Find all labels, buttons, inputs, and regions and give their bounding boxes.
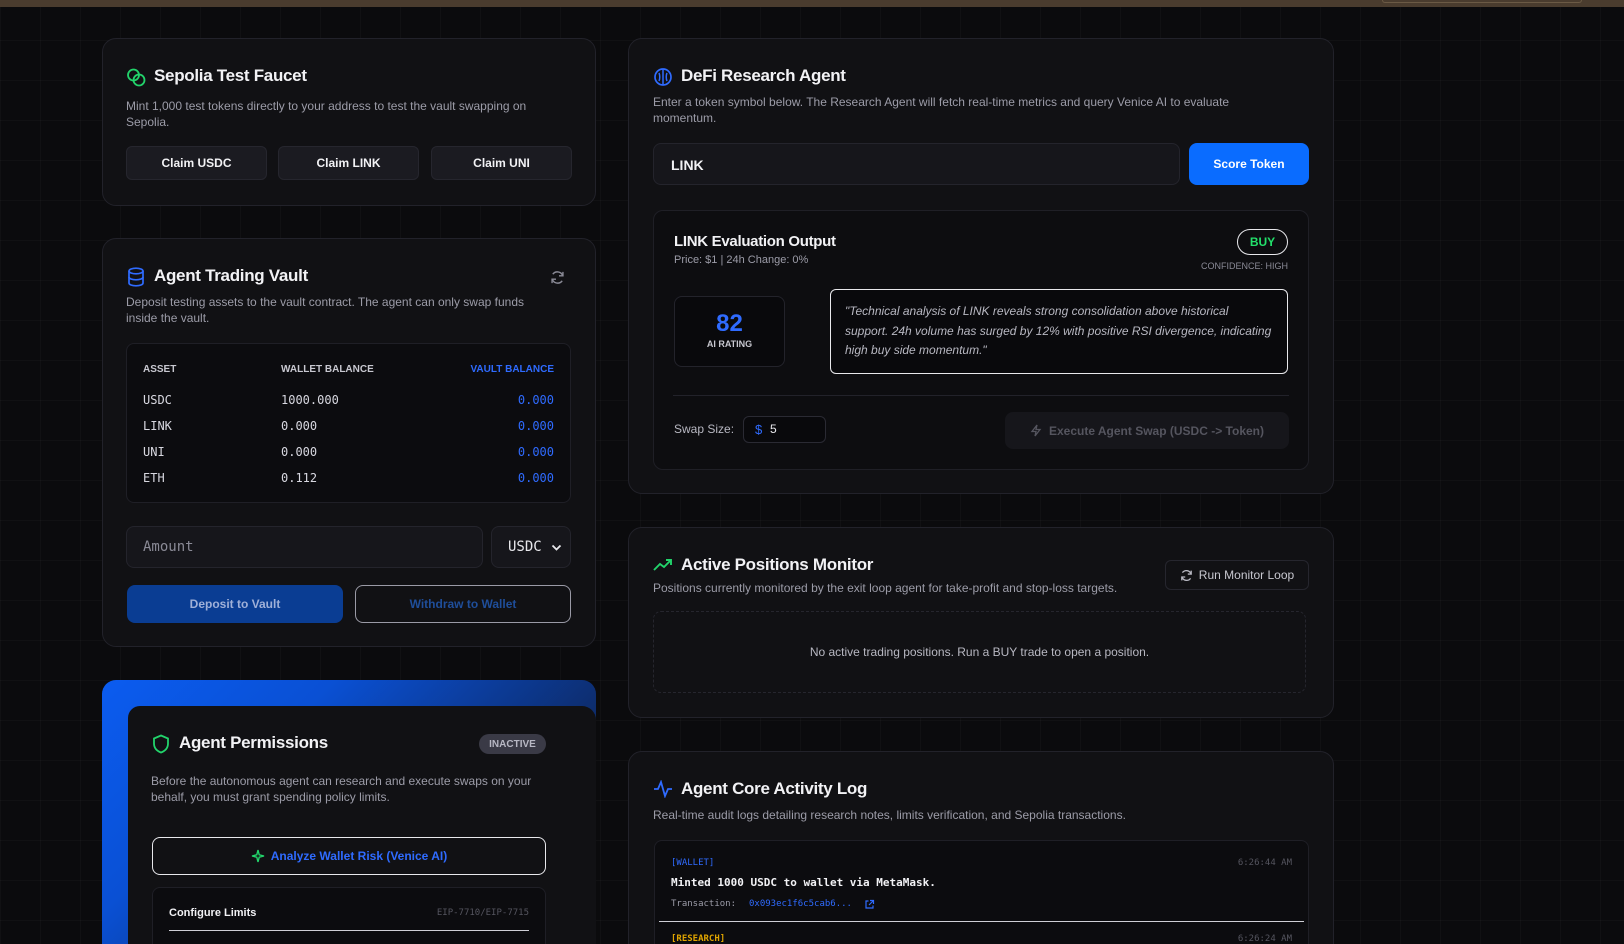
claim-uni-button[interactable]: Claim UNI: [431, 146, 572, 180]
column-header-asset: ASSET: [143, 364, 177, 375]
trending-up-icon: [653, 559, 672, 571]
column-header-wallet-balance: WALLET BALANCE: [281, 364, 374, 375]
analyze-wallet-risk-button[interactable]: Analyze Wallet Risk (Venice AI): [152, 837, 546, 875]
ai-rating-label: AI RATING: [706, 339, 753, 349]
top-strip-pill: [1382, 0, 1582, 3]
row-uni-vault: 0.000: [517, 445, 554, 459]
asset-select[interactable]: USDC: [491, 526, 571, 568]
row-eth-asset: ETH: [143, 471, 165, 485]
coins-icon: [127, 68, 146, 87]
execute-agent-swap-button[interactable]: Execute Agent Swap (USDC -> Token): [1005, 412, 1289, 449]
swap-size-label: Swap Size:: [674, 422, 735, 436]
score-token-button[interactable]: Score Token: [1189, 143, 1309, 185]
deposit-to-vault-button[interactable]: Deposit to Vault: [127, 585, 343, 623]
configure-limits-section: Configure Limits EIP-7710/EIP-7715: [152, 887, 546, 944]
permissions-title: Agent Permissions: [179, 733, 328, 752]
positions-title: Active Positions Monitor: [681, 555, 874, 574]
activity-log-description: Real-time audit logs detailing research …: [653, 808, 1126, 822]
configure-limits-title: Configure Limits: [169, 907, 257, 919]
permissions-description: Before the autonomous agent can research…: [151, 774, 532, 804]
lightning-icon: [1030, 424, 1042, 437]
ai-analysis-quote: "Technical analysis of LINK reveals stro…: [830, 289, 1288, 374]
claim-usdc-button[interactable]: Claim USDC: [126, 146, 267, 180]
row-eth-wallet: 0.112: [281, 471, 318, 485]
ai-rating-value: 82: [716, 310, 743, 337]
asset-select-value: USDC: [508, 539, 542, 555]
positions-empty-message: No active trading positions. Run a BUY t…: [809, 645, 1150, 659]
amount-input[interactable]: Amount: [126, 526, 483, 568]
external-link-icon[interactable]: [864, 899, 875, 910]
log-entry-time-research: 6:26:24 AM: [1237, 934, 1292, 944]
transaction-hash-link[interactable]: 0x093ec1f6c5cab6...: [749, 899, 852, 909]
token-symbol-input[interactable]: LINK: [653, 143, 1180, 185]
swap-size-input[interactable]: $ 5: [743, 416, 826, 443]
faucet-title: Sepolia Test Faucet: [154, 66, 307, 85]
row-link-vault: 0.000: [517, 419, 554, 433]
activity-log-entries: [WALLET] 6:26:44 AM Minted 1000 USDC to …: [654, 840, 1309, 944]
browser-top-strip: [0, 0, 1624, 7]
log-entry-message: Minted 1000 USDC to wallet via MetaMask.: [671, 876, 936, 889]
output-divider: [673, 395, 1289, 396]
row-eth-vault: 0.000: [517, 471, 554, 485]
token-symbol-value: LINK: [671, 157, 704, 173]
withdraw-to-wallet-button[interactable]: Withdraw to Wallet: [355, 585, 571, 623]
amount-placeholder: Amount: [143, 539, 194, 555]
vault-description: Deposit testing assets to the vault cont…: [126, 295, 525, 325]
confidence-label: CONFIDENCE: HIGH: [1200, 261, 1288, 271]
column-header-vault-balance: VAULT BALANCE: [470, 364, 554, 375]
row-uni-asset: UNI: [143, 445, 165, 459]
log-entry-tx-label: Transaction:: [671, 899, 737, 909]
eip-standard-label: EIP-7710/EIP-7715: [436, 908, 529, 918]
permissions-status-badge: INACTIVE: [479, 734, 546, 754]
vault-title: Agent Trading Vault: [154, 266, 308, 285]
swap-size-value: 5: [770, 422, 777, 436]
chevron-down-icon: [551, 544, 562, 551]
activity-icon: [654, 780, 672, 798]
log-entry-time: 6:26:44 AM: [1237, 858, 1292, 868]
claim-link-button[interactable]: Claim LINK: [278, 146, 419, 180]
configure-limits-divider: [169, 930, 529, 931]
faucet-description: Mint 1,000 test tokens directly to your …: [126, 99, 527, 129]
research-description: Enter a token symbol below. The Research…: [653, 95, 1230, 125]
row-link-wallet: 0.000: [281, 419, 318, 433]
vault-balances-table: ASSET WALLET BALANCE VAULT BALANCE USDC …: [126, 343, 571, 503]
row-usdc-wallet: 1000.000: [281, 393, 339, 407]
price-change-line: Price: $1 | 24h Change: 0%: [674, 254, 809, 266]
run-monitor-loop-button[interactable]: Run Monitor Loop: [1165, 560, 1309, 590]
positions-empty-state: No active trading positions. Run a BUY t…: [653, 611, 1306, 693]
log-entry-tag-research: [RESEARCH]: [671, 934, 726, 944]
row-usdc-asset: USDC: [143, 393, 172, 407]
row-link-asset: LINK: [143, 419, 172, 433]
swap-currency-symbol: $: [755, 422, 763, 437]
log-entry-tag: [WALLET]: [671, 858, 715, 868]
verdict-badge: BUY: [1237, 229, 1288, 255]
positions-description: Positions currently monitored by the exi…: [653, 581, 1118, 595]
row-uni-wallet: 0.000: [281, 445, 318, 459]
brain-icon: [654, 68, 672, 86]
log-entry-divider: [659, 921, 1304, 922]
research-title: DeFi Research Agent: [681, 66, 846, 85]
row-usdc-vault: 0.000: [517, 393, 554, 407]
sparkle-icon: [251, 849, 264, 863]
ai-rating-box: 82 AI RATING: [674, 296, 785, 367]
database-icon: [128, 267, 144, 287]
run-monitor-loop-label: Run Monitor Loop: [1198, 568, 1295, 582]
evaluation-output-title: LINK Evaluation Output: [674, 233, 836, 250]
execute-agent-swap-label: Execute Agent Swap (USDC -> Token): [1048, 423, 1265, 438]
refresh-icon: [1180, 569, 1192, 581]
shield-icon: [153, 734, 169, 754]
analyze-wallet-risk-label: Analyze Wallet Risk (Venice AI): [270, 849, 448, 863]
activity-log-title: Agent Core Activity Log: [681, 779, 868, 798]
refresh-icon[interactable]: [550, 270, 565, 285]
